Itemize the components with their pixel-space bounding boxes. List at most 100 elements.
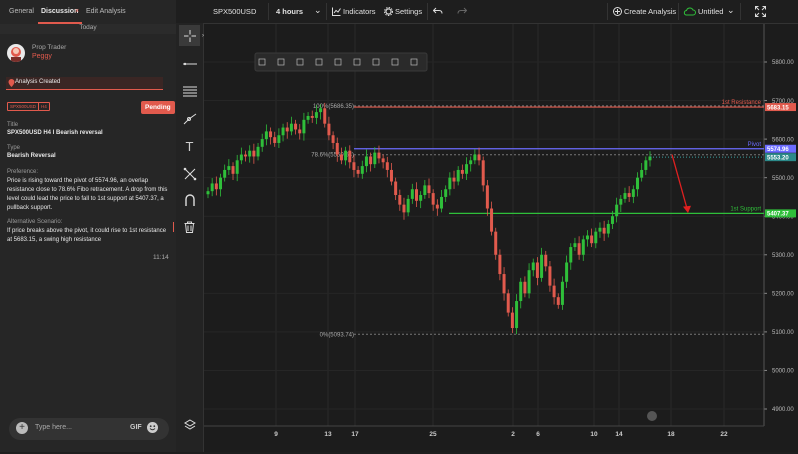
chart-topbar: SPX500USD 4 hours ⌄ Indicators Settings … [176,0,798,24]
visibility-icon[interactable] [647,411,657,421]
pattern-tool[interactable] [179,163,200,184]
text-tool[interactable]: T [179,136,200,157]
candle-body [627,193,631,197]
candle-body [235,160,239,174]
candle-body [298,129,302,134]
fib-lines-icon [182,86,197,96]
candle-body [510,312,514,329]
date-divider: Today [0,24,176,34]
tab-edit-analysis[interactable]: Edit Analysis [86,8,126,15]
candle-body [444,189,448,197]
candle-body [435,204,439,209]
divider [326,3,327,20]
candle-body [285,127,289,132]
y-tick-label: 4900.00 [772,407,794,413]
candle-body [314,112,318,118]
settings-button[interactable]: Settings [395,7,422,16]
symbol-label[interactable]: SPX500USD [213,7,256,16]
candle-body [206,191,210,195]
fib-level-label: 0%(5093.74) [320,332,354,338]
candle-body [452,177,456,182]
indicators-icon[interactable] [332,7,341,16]
fullscreen-icon[interactable] [755,6,766,17]
candle-body [352,162,356,170]
candle-body [381,158,385,163]
tab-general[interactable]: General [9,8,34,15]
candle-body [344,150,348,161]
candle-body [323,108,327,124]
candle-body [481,160,485,186]
chevron-down-icon[interactable]: ⌄ [314,5,322,16]
delete-tool[interactable] [179,216,200,237]
symbol-tag: SPX500USD [7,102,40,111]
y-tick-label: 5800.00 [772,60,794,66]
candle-body [419,195,423,201]
candle-body [373,152,377,165]
candle-body [248,150,252,157]
level-price-label: 5407.37 [767,212,789,218]
candle-body [219,177,223,190]
trendline-tool[interactable] [179,108,200,129]
emoji-icon[interactable] [147,422,158,433]
candle-body [477,154,481,161]
candle-body [519,281,523,302]
message-input[interactable]: Type here... [35,424,72,431]
candle-body [256,146,260,157]
candle-body [348,150,352,163]
candle-body [310,115,314,118]
candle-body [423,185,427,196]
horizontal-line-tool[interactable] [179,53,200,74]
x-tick-label: 6 [536,431,540,438]
title-value: SPX500USD H4 I Bearish reversal [7,130,103,136]
candle-body [602,227,606,234]
magnet-tool[interactable] [179,189,200,210]
level-price-label: 5683.15 [767,105,789,111]
x-tick-label: 9 [274,431,278,438]
candle-body [269,131,273,138]
candle-body [277,135,281,143]
close-icon[interactable]: × [75,8,79,15]
create-analysis-button[interactable]: Create Analysis [624,7,676,16]
x-tick-label: 18 [667,431,675,438]
tab-discussion[interactable]: Discussion [41,8,78,15]
price-chart[interactable]: 9 13 17 25 2 6 10 14 18 22 5800.00 5700.00 5600.00 55… [204,24,798,452]
divider [427,3,428,20]
y-tick-label: 5300.00 [772,253,794,259]
title-label: Title [7,122,19,128]
undo-icon[interactable] [433,7,443,16]
candle-body [594,231,598,244]
layers-icon [183,418,196,430]
candle-body [577,243,581,255]
divider [268,3,269,20]
candle-body [644,160,648,170]
divider [678,3,679,20]
candle-body [223,169,227,178]
crosshair-tool[interactable] [179,25,200,46]
candle-body [544,254,548,267]
add-circle-icon[interactable] [613,7,622,16]
pending-button[interactable]: Pending [141,101,175,114]
interval-select[interactable]: 4 hours [276,7,303,16]
type-label: Type [7,145,21,151]
redo-icon[interactable] [457,7,467,16]
layout-name[interactable]: Untitled [698,7,723,16]
candle-body [302,119,306,134]
analysis-panel: General Discussion × Edit Analysis Today… [0,0,178,452]
add-icon[interactable]: + [16,422,28,434]
message-input-box: + Type here... GIF [9,418,169,440]
gear-icon[interactable] [384,7,393,16]
x-tick-label: 17 [351,431,359,438]
candle-body [569,247,573,263]
projection-arrow [671,154,688,209]
chart-canvas[interactable]: 9 13 17 25 2 6 10 14 18 225800.005700.005600.0055… [204,24,798,452]
layers-tool[interactable] [179,414,200,435]
chevron-down-icon[interactable]: ⌄ [727,5,735,16]
avatar [7,44,25,62]
fib-tool[interactable] [179,80,200,101]
author-name[interactable]: Peggy [32,53,52,60]
gif-button[interactable]: GIF [130,424,142,431]
alt-scenario-label: Alternative Scenario: [7,219,63,225]
candle-body [635,177,639,190]
candle-body [485,185,489,209]
indicators-button[interactable]: Indicators [343,7,376,16]
